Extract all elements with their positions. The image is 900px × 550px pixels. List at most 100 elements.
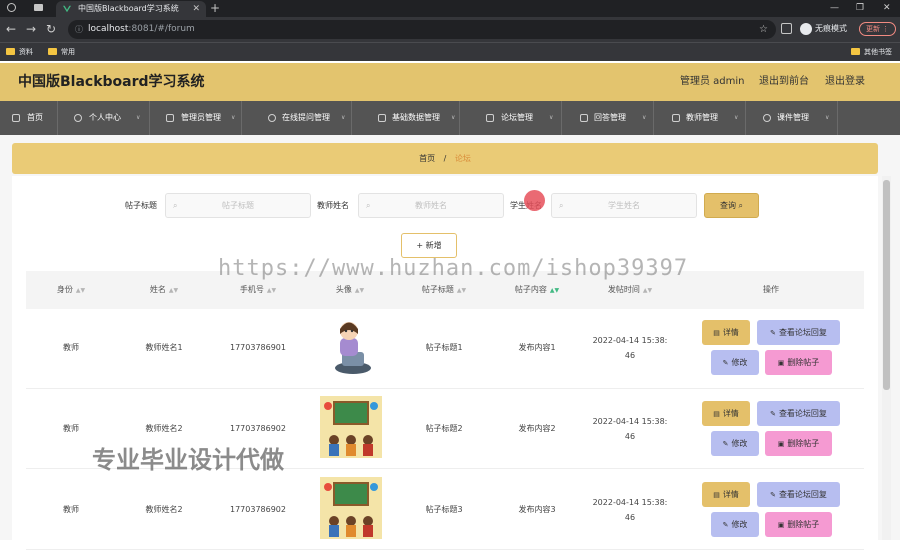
new-tab-icon[interactable]: + [210,0,220,16]
cell-post-time: 2022-04-14 15:38: 46 [582,335,678,362]
student-name-input[interactable]: ⌕ 学生姓名 [551,193,697,218]
nav-item-home[interactable]: 首页 [0,101,58,135]
nav-item-answer-management[interactable]: 回答管理 ∨ [562,101,654,135]
avatar-image [320,477,382,539]
logout-link[interactable]: 退出登录 [825,63,865,101]
user-icon [74,114,82,122]
delete-button[interactable]: ▣ 删除帖子 [765,431,832,456]
nav-label: 回答管理 [594,113,626,122]
edit-button[interactable]: ✎ 修改 [711,512,759,537]
tab-list-icon[interactable] [34,4,43,11]
nav-item-base-data-management[interactable]: 基础数据管理 ∨ [352,101,460,135]
window-close-icon[interactable]: ✕ [883,0,891,16]
incognito-indicator[interactable]: 无痕模式 [800,23,847,35]
query-button[interactable]: 查询 ⌕ [704,193,759,218]
browser-tab[interactable]: 中国版Blackboard学习系统 ✕ [56,1,206,17]
view-replies-label: 查看论坛回复 [778,409,827,418]
browser-menu-icon[interactable] [7,3,16,12]
detail-button[interactable]: ▤ 详情 [702,482,750,507]
nav-item-teacher-management[interactable]: 教师管理 ∨ [654,101,746,135]
time-line: 2022-04-14 15:38: [592,336,668,345]
nav-item-courseware-management[interactable]: 课件管理 ∨ [746,101,838,135]
edit-button[interactable]: ✎ 修改 [711,350,759,375]
back-icon[interactable]: ← [6,21,16,37]
admin-icon [166,114,174,122]
nav-item-forum-management[interactable]: 论坛管理 ∨ [460,101,562,135]
column-label: 操作 [763,285,779,294]
text-watermark: 专业毕业设计代做 [92,446,284,474]
bookmark-folder-other[interactable]: 其他书签 [851,46,892,58]
bookmark-folder-ziliao[interactable]: 资料 [6,46,33,58]
edit-icon: ✎ [770,491,776,499]
cell-name: 教师姓名1 [145,343,183,352]
page-scrollbar-thumb[interactable] [883,180,890,390]
detail-button[interactable]: ▤ 详情 [702,320,750,345]
sort-icon[interactable]: ▲▼ [267,287,276,294]
click-indicator [524,190,545,211]
nav-item-personal-center[interactable]: 个人中心 ∨ [58,101,150,135]
address-bar[interactable]: ⓘ localhost:8081/#/forum ☆ [68,20,776,39]
delete-button[interactable]: ▣ 删除帖子 [765,512,832,537]
detail-button[interactable]: ▤ 详情 [702,401,750,426]
chevron-down-icon: ∨ [825,114,830,121]
nav-item-admin-management[interactable]: 管理员管理 ∨ [150,101,242,135]
breadcrumb-separator: / [443,154,447,163]
plus-icon: + [416,241,426,250]
column-header-role[interactable]: 身份 ▲▼ [26,271,116,310]
app-title: 中国版Blackboard学习系统 [18,74,205,90]
cell-phone: 17703786902 [230,424,286,433]
search-icon: ⌕ [738,201,744,210]
trash-icon: ▣ [777,440,785,448]
courseware-icon [763,114,771,122]
sort-icon[interactable]: ▲▼ [169,287,178,294]
url-watermark: https://www.huzhan.com/ishop39397 [218,256,689,281]
chevron-down-icon: ∨ [341,114,346,121]
forward-icon[interactable]: → [26,21,36,37]
post-title-input[interactable]: ⌕ 帖子标题 [165,193,311,218]
data-icon [378,114,386,122]
time-line: 2022-04-14 15:38: [592,417,668,426]
edit-label: 修改 [731,439,748,448]
view-replies-button[interactable]: ✎ 查看论坛回复 [757,320,840,345]
site-info-icon[interactable]: ⓘ [75,20,83,39]
chevron-down-icon: ∨ [231,114,236,121]
view-replies-button[interactable]: ✎ 查看论坛回复 [757,482,840,507]
detail-label: 详情 [722,328,739,337]
cell-post-content: 发布内容1 [518,343,556,352]
edit-icon: ✎ [722,521,729,529]
sort-icon[interactable]: ▲▼ [457,287,466,294]
time-line: 46 [624,432,636,441]
nav-label: 管理员管理 [181,113,221,122]
teacher-name-input[interactable]: ⌕ 教师姓名 [358,193,504,218]
delete-button[interactable]: ▣ 删除帖子 [765,350,832,375]
update-button[interactable]: 更新 ⋮ [859,22,896,36]
maximize-icon[interactable]: ❐ [856,0,864,16]
incognito-label: 无痕模式 [815,24,847,33]
sort-icon[interactable]: ▲▼ [643,287,652,294]
nav-item-question-management[interactable]: 在线提问管理 ∨ [242,101,352,135]
sort-icon[interactable]: ▲▼ [550,287,559,294]
cell-role: 教师 [63,505,79,514]
chevron-down-icon: ∨ [642,114,647,121]
forum-icon [486,114,494,122]
back-to-front-link[interactable]: 退出到前台 [759,63,809,101]
add-button[interactable]: + 新增 [401,233,457,258]
bookmark-folder-changyong[interactable]: 常用 [48,46,75,58]
close-tab-icon[interactable]: ✕ [192,1,200,17]
current-user: 管理员 admin [680,76,745,87]
nav-label: 论坛管理 [501,113,533,122]
bookmark-star-icon[interactable]: ☆ [759,20,768,39]
sort-icon[interactable]: ▲▼ [355,287,364,294]
extensions-icon[interactable] [781,23,792,34]
minimize-icon[interactable]: — [830,0,839,16]
edit-button[interactable]: ✎ 修改 [711,431,759,456]
delete-label: 删除帖子 [787,358,820,367]
document-icon: ▤ [713,329,720,337]
view-replies-button[interactable]: ✎ 查看论坛回复 [757,401,840,426]
trash-icon: ▣ [777,359,785,367]
reload-icon[interactable]: ↻ [46,21,56,37]
cell-post-title: 帖子标题1 [425,343,463,352]
column-header-name[interactable]: 姓名 ▲▼ [116,271,212,310]
sort-icon[interactable]: ▲▼ [76,287,85,294]
breadcrumb-home[interactable]: 首页 [419,154,435,163]
